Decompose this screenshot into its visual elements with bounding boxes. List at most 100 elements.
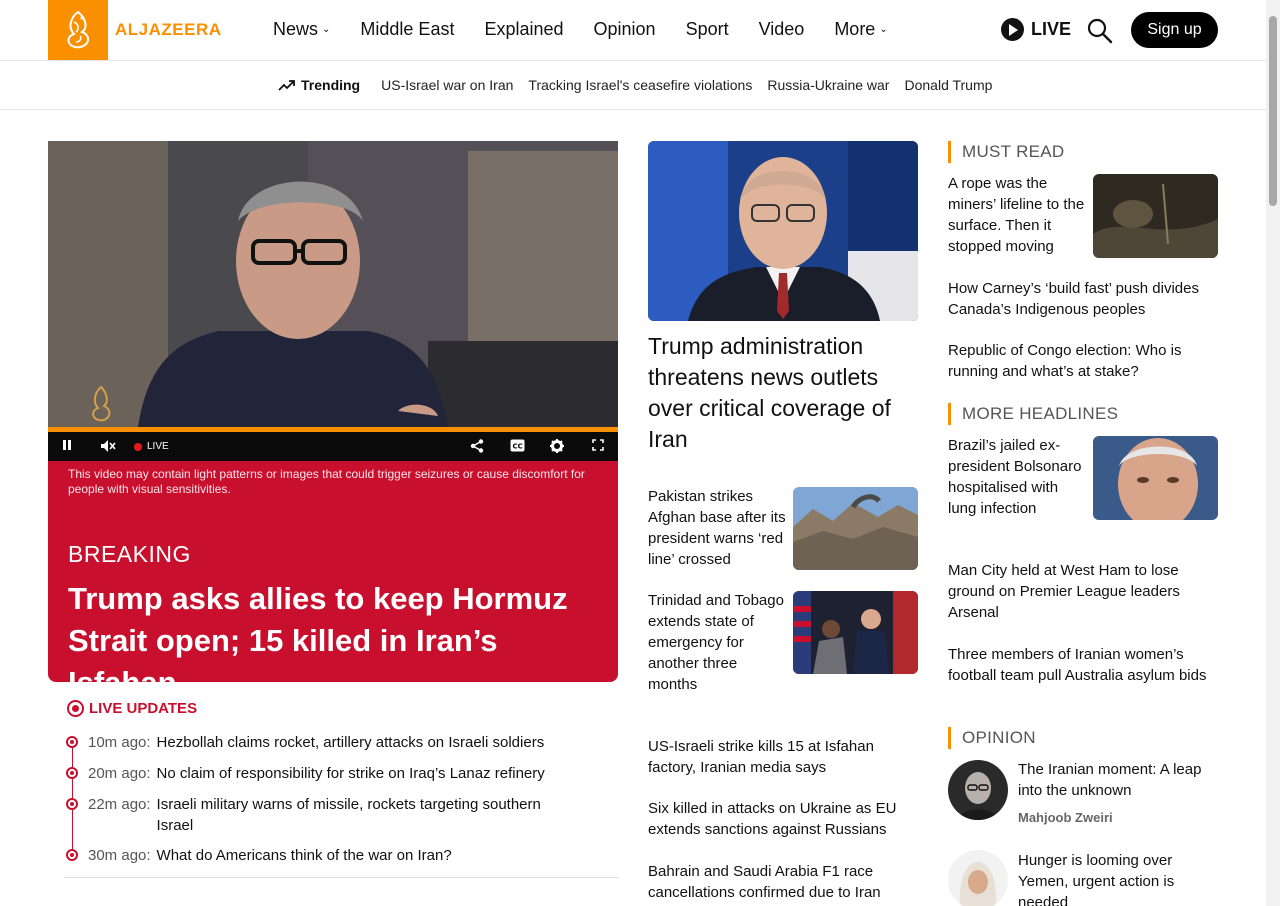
nav-label: More <box>834 19 876 39</box>
breaking-label: BREAKING <box>68 541 191 567</box>
breaking-news-card[interactable]: This video may contain light patterns or… <box>48 461 618 700</box>
more-headlines-item[interactable]: Three members of Iranian women’s footbal… <box>948 644 1218 686</box>
section-accent <box>948 141 951 163</box>
trending-link[interactable]: Tracking Israel's ceasefire violations <box>528 77 752 93</box>
live-indicator: LIVE <box>134 441 169 452</box>
nav-label: News <box>273 19 319 39</box>
main-nav: News ⌄ Middle East Explained Opinion Spor… <box>273 19 918 40</box>
trending-text: Trending <box>301 77 361 93</box>
update-text[interactable]: Israeli military warns of missile, rocke… <box>157 794 577 836</box>
author-avatar[interactable] <box>948 760 1008 820</box>
chevron-down-icon: ⌄ <box>879 24 888 35</box>
video-controls: LIVE CC <box>48 432 618 461</box>
trending-label: Trending <box>278 77 360 93</box>
live-broadcast-icon <box>67 700 84 717</box>
live-update-item[interactable]: 20m ago: No claim of responsibility for … <box>66 763 577 784</box>
nav-item-sport[interactable]: Sport <box>686 19 729 40</box>
update-time: 10m ago: <box>88 734 151 751</box>
trending-link[interactable]: US-Israel war on Iran <box>381 77 513 93</box>
video-frame <box>48 141 618 427</box>
story-headline[interactable]: Trinidad and Tobago extends state of eme… <box>648 590 786 695</box>
fullscreen-icon[interactable] <box>592 439 604 454</box>
nav-item-explained[interactable]: Explained <box>484 19 563 40</box>
channel-watermark-icon <box>86 385 116 425</box>
story-headline[interactable]: Bahrain and Saudi Arabia F1 race cancell… <box>648 861 918 903</box>
live-dot-icon <box>134 442 142 451</box>
story-thumbnail[interactable] <box>793 591 918 674</box>
nav-item-more[interactable]: More ⌄ <box>834 19 887 40</box>
live-button[interactable]: LIVE <box>1001 18 1071 41</box>
trending-link[interactable]: Donald Trump <box>904 77 992 93</box>
live-updates-header[interactable]: LIVE UPDATES <box>67 700 197 717</box>
nav-item-video[interactable]: Video <box>759 19 805 40</box>
nav-label: Video <box>758 19 805 39</box>
nav-item-middle-east[interactable]: Middle East <box>360 19 454 40</box>
mute-icon[interactable] <box>100 439 116 456</box>
search-icon[interactable] <box>1087 18 1113 44</box>
live-update-item[interactable]: 10m ago: Hezbollah claims rocket, artill… <box>66 732 577 753</box>
story-headline[interactable]: US-Israeli strike kills 15 at Isfahan fa… <box>648 736 918 778</box>
opinion-headline[interactable]: The Iranian moment: A leap into the unkn… <box>1018 759 1218 801</box>
nav-item-news[interactable]: News ⌄ <box>273 19 330 40</box>
scrollbar-thumb[interactable] <box>1269 16 1277 206</box>
live-label: LIVE <box>1031 19 1072 39</box>
more-headlines-lead[interactable]: Brazil’s jailed ex-president Bolsonaro h… <box>948 435 1086 519</box>
story-headline[interactable]: Pakistan strikes Afghan base after its p… <box>648 486 786 570</box>
trending-bar: Trending US-Israel war on Iran Tracking … <box>0 62 1266 110</box>
chevron-down-icon: ⌄ <box>322 24 331 35</box>
trending-link[interactable]: Russia-Ukraine war <box>767 77 889 93</box>
update-time: 22m ago: <box>88 796 151 813</box>
story-headline[interactable]: Six killed in attacks on Ukraine as EU e… <box>648 798 918 840</box>
timeline-dot-icon <box>66 736 78 748</box>
opinion-author[interactable]: Mahjoob Zweiri <box>1018 810 1113 825</box>
opinion-headline[interactable]: Hunger is looming over Yemen, urgent act… <box>1018 850 1218 906</box>
aljazeera-logo-icon[interactable] <box>48 0 108 60</box>
update-text[interactable]: Hezbollah claims rocket, artillery attac… <box>157 732 577 753</box>
logo-wordmark[interactable]: ALJAZEERA <box>115 20 222 40</box>
section-opinion: OPINION <box>948 727 1036 749</box>
story-thumbnail[interactable] <box>1093 436 1218 520</box>
site-header: ALJAZEERA News ⌄ Middle East Explained Op… <box>0 0 1266 61</box>
nav-label: Middle East <box>360 19 455 39</box>
section-accent <box>948 403 951 425</box>
update-text[interactable]: What do Americans think of the war on Ir… <box>157 845 577 866</box>
update-time: 30m ago: <box>88 847 151 864</box>
page-scrollbar[interactable] <box>1266 0 1280 906</box>
section-more-headlines: MORE HEADLINES <box>948 403 1118 425</box>
hero-headline[interactable]: Trump administration threatens news outl… <box>648 331 918 455</box>
live-update-item[interactable]: 22m ago: Israeli military warns of missi… <box>66 794 577 836</box>
live-update-item[interactable]: 30m ago: What do Americans think of the … <box>66 845 577 866</box>
must-read-item[interactable]: How Carney’s ‘build fast’ push divides C… <box>948 278 1218 320</box>
hero-image[interactable] <box>648 141 918 321</box>
section-must-read: MUST READ <box>948 141 1065 163</box>
seizure-warning: This video may contain light patterns or… <box>68 467 585 496</box>
share-icon[interactable] <box>470 439 484 456</box>
section-title: OPINION <box>962 728 1036 747</box>
update-text[interactable]: No claim of responsibility for strike on… <box>157 763 577 784</box>
must-read-item[interactable]: Republic of Congo election: Who is runni… <box>948 340 1218 382</box>
svg-text:CC: CC <box>513 443 523 451</box>
settings-icon[interactable] <box>550 439 564 456</box>
video-live-label: LIVE <box>147 441 169 452</box>
story-thumbnail[interactable] <box>793 487 918 570</box>
section-title: MORE HEADLINES <box>962 404 1119 423</box>
signup-button[interactable]: Sign up <box>1131 12 1218 48</box>
pause-icon[interactable] <box>62 439 72 454</box>
live-video-player[interactable]: LIVE CC <box>48 141 618 461</box>
timeline-dot-icon <box>66 798 78 810</box>
play-circle-icon <box>1001 18 1024 41</box>
nav-item-opinion[interactable]: Opinion <box>594 19 656 40</box>
section-title: MUST READ <box>962 142 1065 161</box>
divider <box>64 877 618 878</box>
captions-icon[interactable]: CC <box>510 439 525 455</box>
breaking-headline[interactable]: Trump asks allies to keep Hormuz Strait … <box>68 578 608 704</box>
timeline-dot-icon <box>66 767 78 779</box>
more-headlines-item[interactable]: Man City held at West Ham to lose ground… <box>948 560 1218 623</box>
nav-label: Opinion <box>593 19 656 39</box>
story-thumbnail[interactable] <box>1093 174 1218 258</box>
must-read-lead[interactable]: A rope was the miners’ lifeline to the s… <box>948 173 1086 257</box>
live-updates-label: LIVE UPDATES <box>89 700 198 717</box>
author-avatar[interactable] <box>948 850 1008 906</box>
nav-label: Explained <box>484 19 564 39</box>
timeline-dot-icon <box>66 849 78 861</box>
